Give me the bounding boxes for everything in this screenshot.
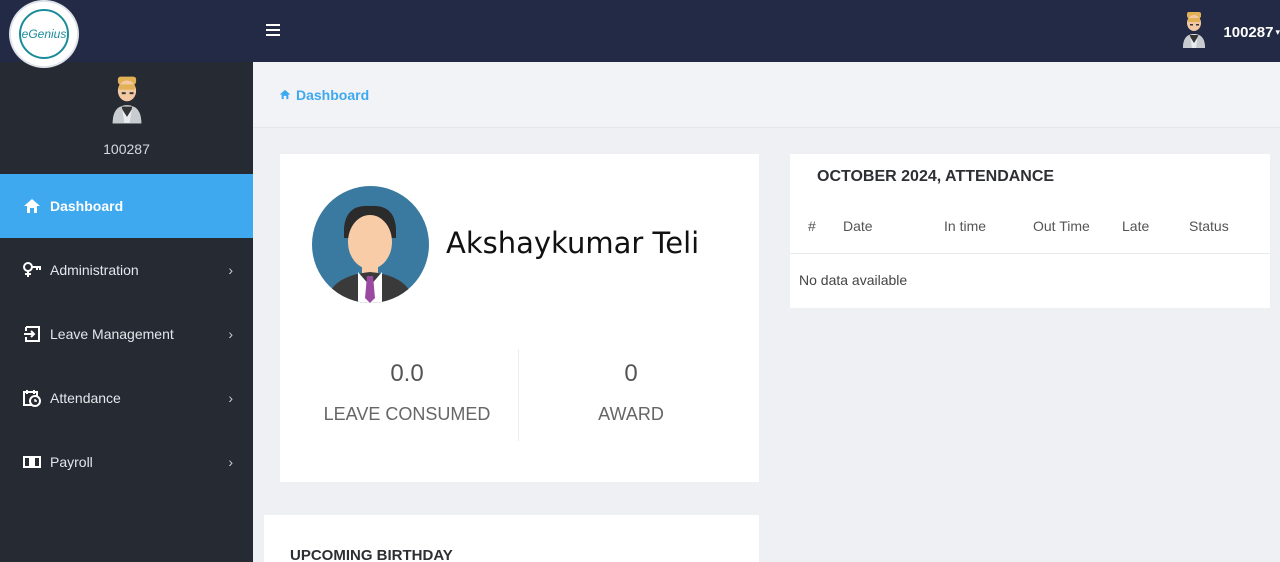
leave-stat: 0.0 LEAVE CONSUMED	[288, 360, 526, 425]
top-navbar: 100287 ▾	[0, 0, 1280, 62]
chevron-right-icon: ›	[228, 390, 233, 406]
chevron-right-icon: ›	[228, 326, 233, 342]
sidebar-item-label: Leave Management	[50, 326, 174, 342]
sidebar: 100287 Dashboard Administration › Leave …	[0, 62, 253, 562]
sidebar-item-label: Administration	[50, 262, 139, 278]
user-avatar-icon	[1179, 10, 1209, 55]
profile-card: Akshaykumar Teli 0.0 LEAVE CONSUMED 0 AW…	[280, 154, 759, 482]
breadcrumb-dashboard[interactable]: Dashboard	[279, 87, 369, 103]
column-header[interactable]: In time	[944, 218, 986, 234]
column-header[interactable]: Status	[1189, 218, 1229, 234]
sidebar-profile: 100287	[0, 62, 253, 174]
leave-consumed-label: LEAVE CONSUMED	[323, 404, 491, 424]
award-label: AWARD	[598, 404, 664, 424]
leave-consumed-value: 0.0	[390, 360, 424, 387]
sidebar-item-attendance[interactable]: Attendance ›	[0, 366, 253, 430]
column-header[interactable]: Date	[843, 218, 873, 234]
attendance-empty-message: No data available	[799, 272, 908, 288]
chevron-right-icon: ›	[228, 262, 233, 278]
award-value: 0	[624, 360, 638, 387]
calendar-clock-icon	[22, 389, 42, 407]
sidebar-profile-id: 100287	[103, 141, 150, 157]
attendance-table-header: # Date In time Out Time Late Status	[790, 212, 1270, 254]
sidebar-item-payroll[interactable]: Payroll ›	[0, 430, 253, 494]
employee-name: Akshaykumar Teli	[446, 226, 700, 260]
sidebar-item-label: Attendance	[50, 390, 121, 406]
chevron-right-icon: ›	[228, 454, 233, 470]
brand-logo[interactable]: eGenius	[9, 0, 79, 68]
employee-avatar	[312, 186, 429, 303]
sidebar-item-dashboard[interactable]: Dashboard	[0, 174, 253, 238]
chevron-down-icon: ▾	[1275, 26, 1280, 37]
sidebar-item-leave-management[interactable]: Leave Management ›	[0, 302, 253, 366]
birthday-title: UPCOMING BIRTHDAY	[290, 547, 453, 562]
menu-toggle-icon[interactable]	[266, 18, 286, 42]
username: 100287	[1223, 23, 1274, 41]
sidebar-item-administration[interactable]: Administration ›	[0, 238, 253, 302]
user-menu[interactable]: 100287 ▾	[1179, 10, 1280, 54]
sidebar-item-label: Dashboard	[50, 198, 124, 214]
breadcrumb-label: Dashboard	[296, 86, 370, 103]
sign-in-icon	[22, 325, 42, 343]
birthday-card: UPCOMING BIRTHDAY	[264, 515, 759, 562]
column-header[interactable]: #	[808, 218, 816, 234]
home-icon	[279, 89, 291, 100]
award-stat: 0 AWARD	[512, 360, 750, 425]
money-icon	[22, 453, 42, 471]
key-icon	[22, 261, 42, 279]
attendance-title: OCTOBER 2024, ATTENDANCE	[817, 168, 1055, 185]
attendance-card: OCTOBER 2024, ATTENDANCE # Date In time …	[790, 154, 1270, 308]
column-header[interactable]: Late	[1122, 218, 1149, 234]
sidebar-avatar-icon	[107, 74, 147, 131]
logo-text: eGenius	[19, 9, 69, 59]
column-header[interactable]: Out Time	[1033, 218, 1090, 234]
breadcrumb: Dashboard	[253, 62, 1280, 128]
sidebar-item-label: Payroll	[50, 454, 93, 470]
home-icon	[22, 197, 42, 215]
